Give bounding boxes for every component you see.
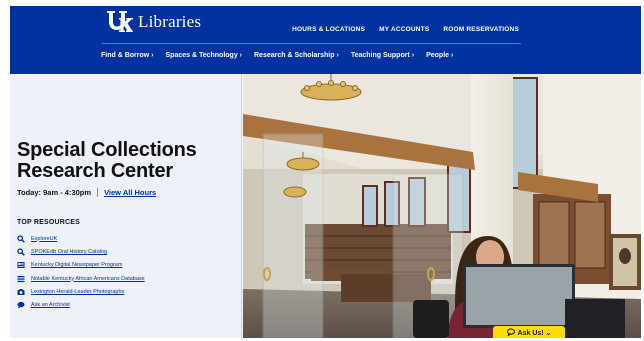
resource-label: Kentucky Digital Newspaper Program: [31, 262, 123, 269]
my-accounts-link[interactable]: MY ACCOUNTS: [379, 26, 429, 33]
view-all-hours-link[interactable]: View All Hours: [104, 188, 156, 197]
info-panel: Special Collections Research Center Toda…: [10, 74, 242, 338]
today-hours: Today: 9am - 4:30pm: [17, 188, 92, 197]
browser-viewport: Libraries HOURS & LOCATIONS MY ACCOUNTS …: [10, 6, 641, 338]
hours-locations-link[interactable]: HOURS & LOCATIONS: [292, 26, 365, 33]
resource-label: Ask an Archivist: [31, 302, 70, 309]
nav-research-scholarship[interactable]: Research & Scholarship ›: [254, 52, 339, 59]
ask-us-button[interactable]: Ask Us! ⌄: [493, 326, 565, 338]
camera-icon: [17, 288, 25, 296]
resources-list: ExploreUK SPOKEdb Oral History Catalog K…: [17, 232, 145, 312]
chat-icon: [506, 328, 515, 338]
chat-icon: [17, 301, 25, 309]
uk-logo-icon: [106, 10, 134, 34]
resource-kentucky-newspaper[interactable]: Kentucky Digital Newspaper Program: [17, 259, 145, 272]
resource-label: Lexington Herald-Leader Photographs: [31, 288, 125, 295]
resource-herald-leader[interactable]: Lexington Herald-Leader Photographs: [17, 285, 145, 298]
newspaper-icon: [17, 261, 25, 269]
hours-row: Today: 9am - 4:30pm View All Hours: [17, 188, 156, 197]
resource-notable-kentucky[interactable]: Notable Kentucky African Americans Datab…: [17, 272, 145, 285]
nav-teaching-support[interactable]: Teaching Support ›: [351, 52, 414, 59]
ask-us-label: Ask Us! ⌄: [517, 330, 552, 337]
page-title: Special Collections Research Center: [17, 139, 197, 182]
nav-spaces-technology[interactable]: Spaces & Technology ›: [166, 52, 243, 59]
resource-label: ExploreUK: [31, 235, 58, 242]
resource-exploreuk[interactable]: ExploreUK: [17, 232, 145, 245]
logo-text: Libraries: [138, 12, 202, 31]
room-reservations-link[interactable]: ROOM RESERVATIONS: [443, 26, 519, 33]
utility-nav: HOURS & LOCATIONS MY ACCOUNTS ROOM RESER…: [292, 26, 519, 33]
hours-divider: [97, 188, 99, 197]
site-header: Libraries HOURS & LOCATIONS MY ACCOUNTS …: [10, 6, 641, 74]
list-icon: [17, 275, 25, 283]
resource-label: Notable Kentucky African Americans Datab…: [31, 275, 145, 282]
resource-label: SPOKEdb Oral History Catalog: [31, 248, 108, 255]
search-icon: [17, 234, 25, 243]
resource-spokedb[interactable]: SPOKEdb Oral History Catalog: [17, 245, 145, 258]
search-icon: [17, 248, 25, 256]
uk-libraries-logo[interactable]: Libraries: [106, 10, 201, 34]
nav-find-borrow[interactable]: Find & Borrow ›: [101, 52, 154, 59]
top-resources-heading: TOP RESOURCES: [17, 219, 81, 226]
nav-people[interactable]: People ›: [426, 52, 453, 59]
main-nav: Find & Borrow › Spaces & Technology › Re…: [101, 52, 465, 59]
resource-ask-archivist[interactable]: Ask an Archivist: [17, 298, 145, 311]
header-divider: [102, 43, 521, 44]
reading-room-photo: [243, 74, 641, 338]
